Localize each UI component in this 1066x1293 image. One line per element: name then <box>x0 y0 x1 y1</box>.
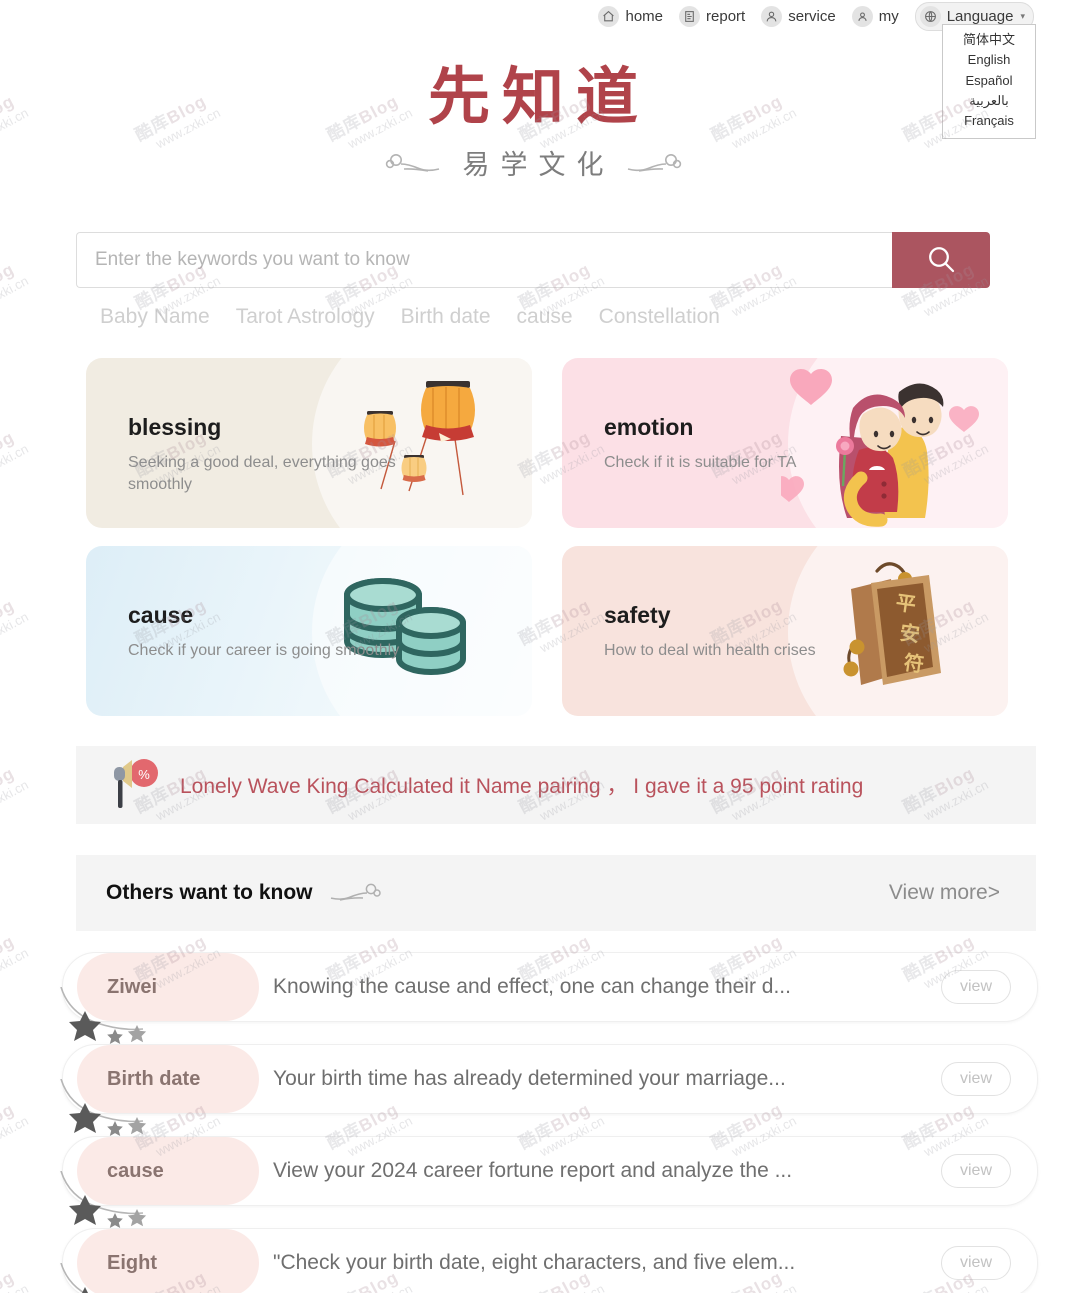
watermark-text: 酷库Blogwww.zxki.cn <box>0 1267 31 1293</box>
section-title: Others want to know <box>106 881 313 904</box>
coins-illustration <box>305 546 520 716</box>
watermark-text: 酷库Blogwww.zxki.cn <box>0 931 32 992</box>
list-item-text: Your birth time has already determined y… <box>273 1067 786 1090</box>
view-button[interactable]: view <box>941 970 1011 1004</box>
chevron-right-icon: > <box>987 881 1000 904</box>
logo-subtitle: 易学文化 <box>462 150 615 181</box>
nav-item-my[interactable]: my <box>851 6 899 27</box>
view-more-link[interactable]: View more > <box>889 881 1000 905</box>
nav-label-home: home <box>625 8 664 25</box>
announcement-banner[interactable]: % Lonely Wave King Calculated it Name pa… <box>76 746 1036 824</box>
logo-subtitle-row: 易学文化 <box>0 143 1066 182</box>
search-icon <box>925 243 957 278</box>
search-input[interactable] <box>76 232 892 288</box>
language-selector[interactable]: Language ▾ 简体中文 English Español بالعربية… <box>914 2 1036 140</box>
watermark-text: 酷库Blogwww.zxki.cn <box>0 427 32 488</box>
language-option-es[interactable]: Español <box>943 71 1035 91</box>
view-button[interactable]: view <box>941 1154 1011 1188</box>
language-option-ar[interactable]: بالعربية <box>943 91 1035 111</box>
section-header-others-want-to-know: Others want to know View more > <box>76 855 1036 931</box>
list-item-badge: Birth date <box>77 1045 259 1113</box>
megaphone-icon: % <box>110 754 162 817</box>
card-desc-safety: How to deal with health crises <box>604 642 816 659</box>
language-dropdown-menu[interactable]: 简体中文 English Español بالعربية Français <box>942 24 1036 140</box>
cloud-ornament-section <box>330 883 381 901</box>
feature-card-emotion[interactable]: emotion Check if it is suitable for TA <box>562 358 1008 528</box>
nav-label-report: report <box>706 8 746 25</box>
lantern-illustration <box>305 358 520 528</box>
language-option-zh[interactable]: 简体中文 <box>943 30 1035 50</box>
home-icon <box>598 6 620 27</box>
svg-text:%: % <box>138 767 150 782</box>
nav-item-home[interactable]: home <box>598 6 663 27</box>
watermark-text: 酷库Blogwww.zxki.cn <box>0 595 32 656</box>
nav-item-report[interactable]: report <box>679 6 745 27</box>
list-item-badge: Eight <box>77 1229 259 1293</box>
list-item[interactable]: cause View your 2024 career fortune repo… <box>60 1136 1038 1228</box>
list-item-text: "Check your birth date, eight characters… <box>273 1251 796 1274</box>
quick-tag-birth-date[interactable]: Birth date <box>401 305 491 329</box>
nav-label-my: my <box>878 8 899 25</box>
site-logo[interactable]: 先知道 易学文化 <box>0 64 1066 182</box>
list-item-text: View your 2024 career fortune report and… <box>273 1159 793 1182</box>
others-want-to-know-list: Ziwei Knowing the cause and effect, one … <box>60 952 1038 1293</box>
couple-illustration <box>781 358 996 528</box>
feature-card-safety[interactable]: 平 安 符 safety How to deal with health cri… <box>562 546 1008 716</box>
view-button[interactable]: view <box>941 1246 1011 1280</box>
quick-tag-baby-name[interactable]: Baby Name <box>100 305 210 329</box>
feature-card-cause[interactable]: cause Check if your career is going smoo… <box>86 546 532 716</box>
user-icon <box>851 6 873 27</box>
card-desc-cause: Check if your career is going smoothly <box>128 642 400 659</box>
nav-item-service[interactable]: service <box>761 6 836 27</box>
feature-card-blessing[interactable]: blessing Seeking a good deal, everything… <box>86 358 532 528</box>
service-icon <box>761 6 783 27</box>
watermark-text: 酷库Blogwww.zxki.cn <box>0 1099 32 1160</box>
language-option-fr[interactable]: Français <box>943 111 1035 131</box>
quick-tag-tarot-astrology[interactable]: Tarot Astrology <box>236 305 375 329</box>
card-title-safety: safety <box>604 602 671 628</box>
nav-label-service: service <box>788 8 836 25</box>
globe-icon <box>919 6 941 27</box>
watermark-text: 酷库Blogwww.zxki.cn <box>0 259 32 320</box>
chevron-down-icon: ▾ <box>1020 11 1025 21</box>
logo-title: 先知道 <box>427 64 650 132</box>
list-item[interactable]: Birth date Your birth time has already d… <box>60 1044 1038 1136</box>
feature-card-grid: blessing Seeking a good deal, everything… <box>86 358 1008 716</box>
quick-tag-list: Baby Name Tarot Astrology Birth date cau… <box>100 305 720 329</box>
cloud-ornament-right <box>627 153 681 172</box>
language-label: Language <box>946 8 1014 25</box>
svg-text:符: 符 <box>902 650 925 677</box>
list-item[interactable]: Ziwei Knowing the cause and effect, one … <box>60 952 1038 1044</box>
card-title-blessing: blessing <box>128 414 222 440</box>
view-more-label: View more <box>888 881 988 904</box>
list-item-badge: cause <box>77 1137 259 1205</box>
card-desc-emotion: Check if it is suitable for TA <box>604 454 797 471</box>
announcement-text: Lonely Wave King Calculated it Name pair… <box>180 775 864 798</box>
list-item[interactable]: Eight "Check your birth date, eight char… <box>60 1228 1038 1293</box>
amulet-illustration: 平 安 符 <box>781 546 996 716</box>
search-bar <box>76 232 990 288</box>
quick-tag-cause[interactable]: cause <box>517 305 573 329</box>
top-navigation: home report service my Language ▾ 简体中文 E… <box>0 0 1066 140</box>
card-title-emotion: emotion <box>604 414 694 440</box>
card-title-cause: cause <box>128 602 194 628</box>
list-item-badge: Ziwei <box>77 953 259 1021</box>
watermark-text: 酷库Blogwww.zxki.cn <box>0 763 32 824</box>
language-option-en[interactable]: English <box>943 50 1035 70</box>
report-icon <box>679 6 701 27</box>
quick-tag-constellation[interactable]: Constellation <box>599 305 720 329</box>
cloud-ornament-left <box>385 153 439 172</box>
view-button[interactable]: view <box>941 1062 1011 1096</box>
card-desc-blessing: Seeking a good deal, everything goes smo… <box>128 454 396 493</box>
search-button[interactable] <box>892 232 990 288</box>
list-item-text: Knowing the cause and effect, one can ch… <box>273 975 791 998</box>
